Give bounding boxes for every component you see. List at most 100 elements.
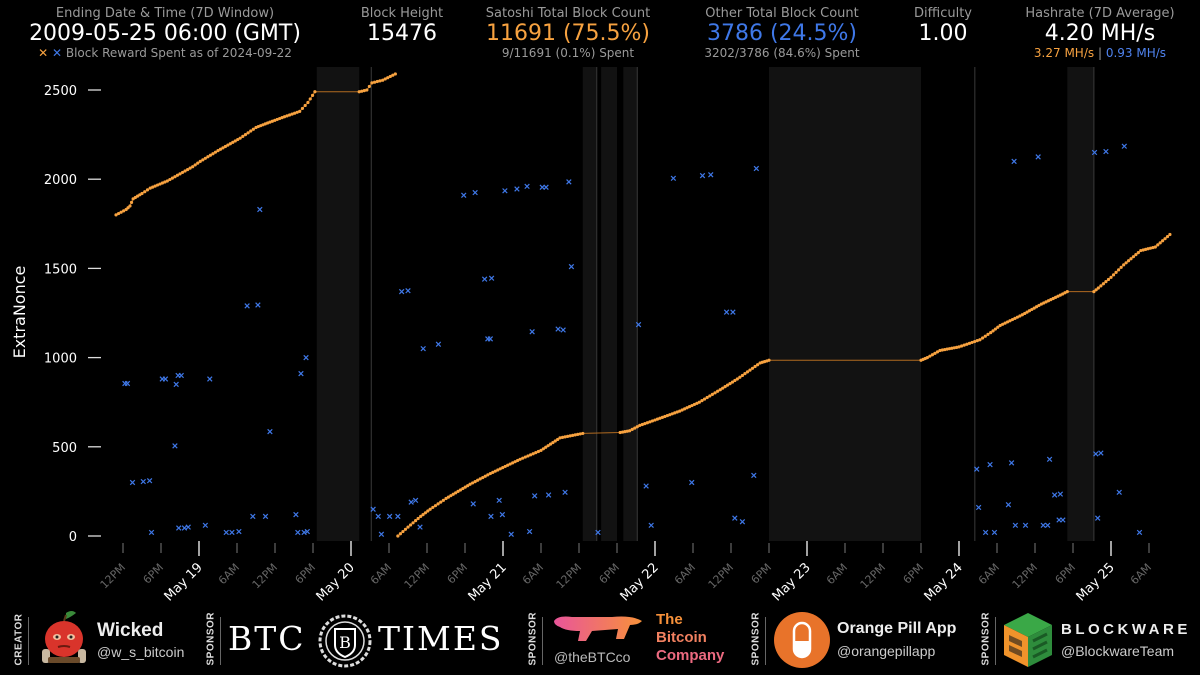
legend: ✕ ✕ Block Reward Spent as of 2024-09-22 (20, 46, 310, 61)
other-point (148, 529, 155, 536)
satoshi-point (378, 79, 382, 83)
x-minor-tick-label: 12PM (554, 561, 584, 591)
legend-other-marker-icon: ✕ (51, 46, 63, 60)
gap-band (623, 67, 638, 541)
satoshi-point (1168, 232, 1172, 237)
satoshi-point (406, 525, 410, 529)
other-point (1121, 143, 1128, 149)
sponsor-role-label: SPONSOR (750, 611, 762, 666)
other-point (412, 497, 419, 504)
other-point (146, 477, 153, 484)
other-point (488, 513, 494, 520)
x-minor-tick-label: 6AM (368, 561, 394, 587)
x-major-tick-label: May 19 (162, 560, 206, 604)
other-point (514, 186, 520, 192)
other-point (481, 276, 488, 282)
x-minor-tick-label: 12PM (250, 561, 280, 591)
satoshi-point (1158, 241, 1162, 245)
other-point (1098, 450, 1104, 456)
satoshi-point (143, 190, 147, 194)
other-point (303, 354, 309, 361)
x-minor-tick-label: 6PM (901, 561, 927, 587)
other-point (267, 428, 273, 435)
y-axis: ExtraNonce 0 500 1000 1500 2000 2500 (10, 84, 101, 545)
x-minor-tick-label: 6AM (976, 561, 1002, 587)
satoshi-point (1099, 284, 1103, 288)
other-point (1005, 502, 1012, 508)
x-minor-tick-label: 6PM (293, 561, 319, 587)
satoshi-point (1117, 268, 1121, 272)
svg-text:B: B (339, 633, 351, 652)
satoshi-point (398, 532, 402, 536)
satoshi-point (1114, 270, 1118, 274)
other-point (566, 179, 572, 185)
satoshi-point (246, 131, 250, 135)
satoshi-point (403, 527, 408, 531)
ending-date-label: Ending Date & Time (7D Window) (55, 6, 275, 21)
satoshi-point (306, 100, 310, 105)
creator-handle: @w_s_bitcoin (97, 644, 185, 660)
satoshi-point (1153, 245, 1157, 249)
other-point (244, 303, 250, 309)
satoshi-point (1111, 273, 1116, 277)
other-count-label: Other Total Block Count (705, 6, 859, 21)
other-point (524, 183, 530, 190)
extranonce-chart: ExtraNonce 0 500 1000 1500 2000 2500 12PM 6PM 6… (10, 67, 1172, 604)
other-point (739, 519, 746, 525)
satoshi-point (1156, 243, 1160, 247)
y-axis-label: ExtraNonce (10, 266, 29, 359)
x-minor-tick-label: 12PM (402, 561, 432, 591)
other-point (487, 336, 494, 342)
satoshi-point (310, 93, 315, 97)
blockware-name: BLOCKWARE (1061, 621, 1191, 638)
other-point (991, 529, 998, 536)
other-point (732, 515, 738, 521)
satoshi-point (416, 516, 420, 521)
y-tick-label: 1000 (44, 352, 77, 367)
other-point (982, 529, 989, 536)
satoshi-point (145, 188, 150, 192)
creator-block: CREATOR Wicked @w_s_bitcoin (0, 605, 200, 675)
x-major-tick-label: May 24 (922, 560, 966, 604)
x-minor-tick-label: 6PM (749, 561, 775, 587)
other-point (545, 492, 552, 498)
other-point (1103, 148, 1109, 155)
btc-times-right-text: TIMES (378, 619, 504, 658)
block-height-label: Block Height (360, 6, 444, 21)
difficulty-value: 1.00 (918, 21, 968, 46)
hashrate-separator: | (1097, 46, 1103, 60)
other-point (386, 513, 393, 520)
other-point (236, 528, 242, 535)
other-point (1012, 522, 1019, 529)
satoshi-point (1134, 253, 1138, 257)
x-minor-tick-label: 6PM (597, 561, 623, 587)
other-point (499, 511, 506, 518)
satoshi-point (767, 358, 771, 362)
sponsor-role-label: SPONSOR (980, 611, 992, 666)
other-point (730, 309, 736, 315)
y-tick-label: 500 (52, 441, 77, 456)
gap-band (601, 67, 617, 541)
other-point (172, 443, 178, 449)
satoshi-point (978, 338, 982, 342)
other-point (753, 165, 760, 172)
satoshi-point (411, 521, 415, 525)
other-point (207, 376, 213, 382)
other-point (689, 479, 695, 486)
other-point (162, 376, 169, 382)
sponsor-divider (995, 617, 996, 665)
other-point (1057, 491, 1064, 497)
satoshi-point (980, 336, 985, 340)
other-point (178, 372, 184, 379)
y-tick-label: 2000 (44, 173, 77, 188)
other-point (408, 499, 414, 505)
other-point (531, 493, 538, 499)
other-point (568, 263, 575, 270)
btc-times-left-text: BTC (228, 619, 306, 658)
other-point (526, 528, 533, 535)
sponsor-divider (220, 617, 221, 665)
satoshi-point (428, 507, 432, 511)
other-point (1136, 529, 1143, 536)
other-point (257, 206, 263, 213)
difficulty-stat: Difficulty 1.00 (893, 6, 993, 46)
